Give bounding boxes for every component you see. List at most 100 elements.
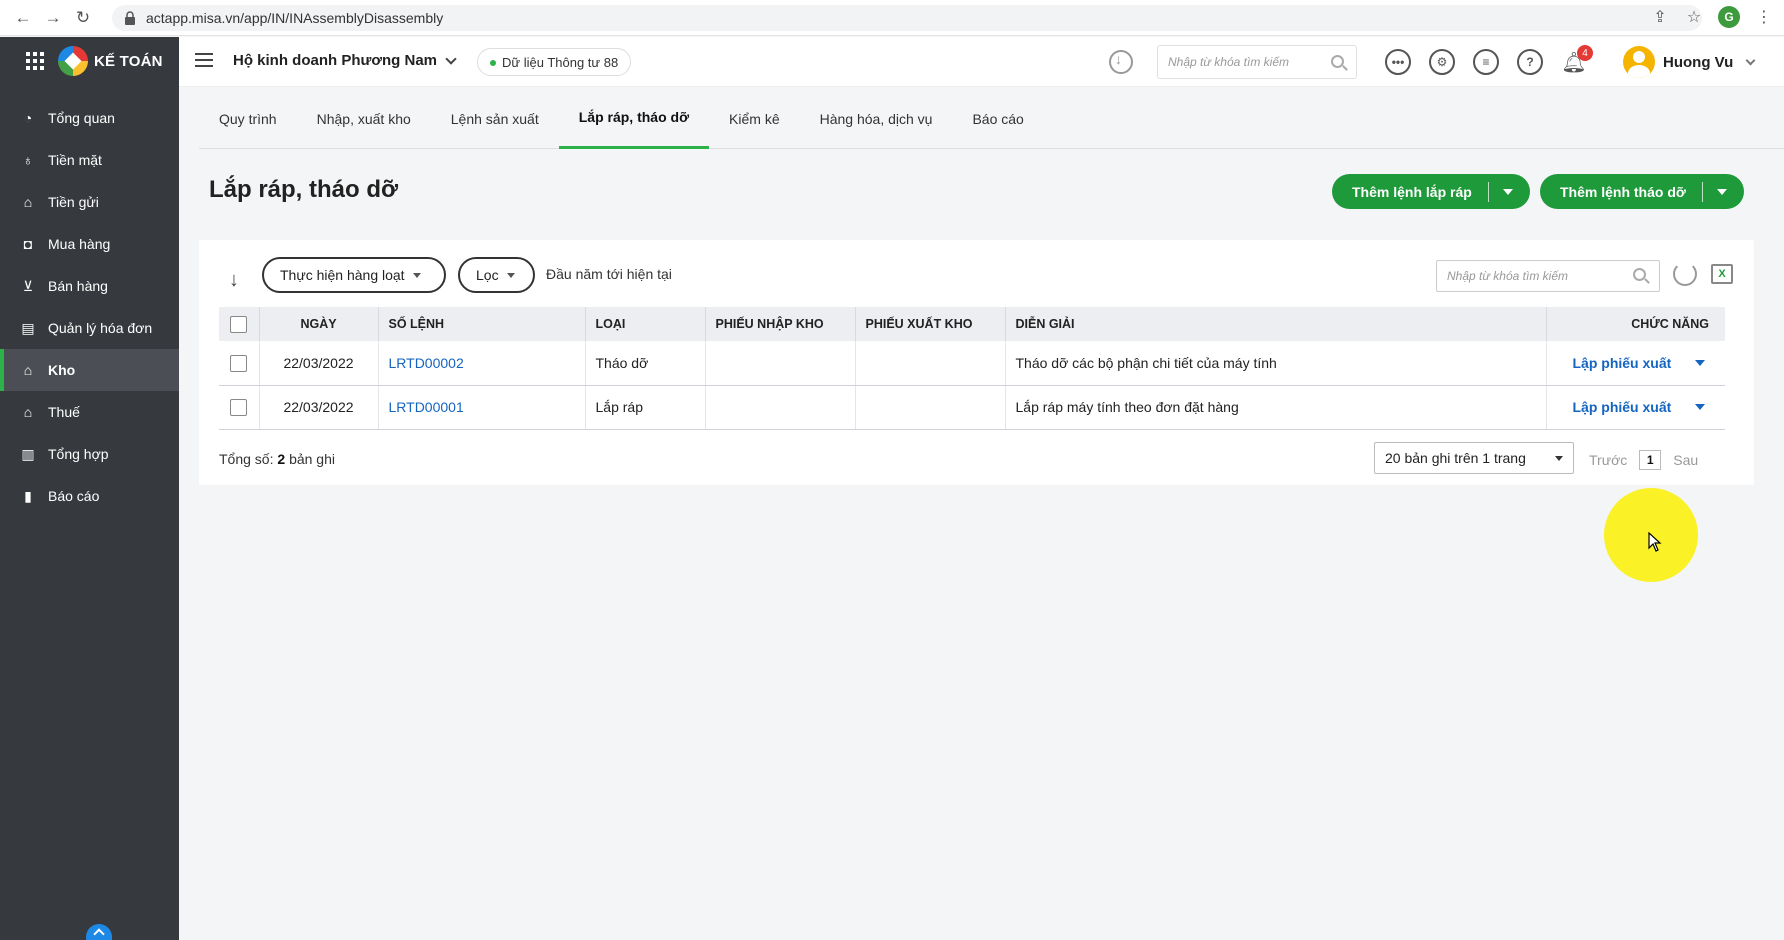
sort-icon[interactable]: ↓ bbox=[229, 269, 239, 292]
module-tabs: Quy trình Nhập, xuất kho Lệnh sản xuất Lắp … bbox=[199, 88, 1784, 149]
sidebar-item[interactable]: ▥ Tổng hợp bbox=[0, 433, 179, 475]
list-card: ↓ Thực hiện hàng loạt Lọc Đầu năm tới hi… bbox=[199, 240, 1754, 485]
profile-avatar[interactable]: G bbox=[1718, 6, 1740, 28]
bell-icon[interactable]: 🔔︎ 4 bbox=[1561, 45, 1593, 75]
caret-down-icon[interactable] bbox=[1716, 188, 1727, 195]
button-divider bbox=[1701, 181, 1703, 202]
total-count: 2 bbox=[277, 451, 286, 467]
table-header-row: NGÀY SỐ LỆNH LOẠI PHIẾU NHẬP KHO PHIẾU X… bbox=[219, 307, 1725, 341]
back-icon[interactable]: ← bbox=[8, 3, 38, 33]
header-date[interactable]: NGÀY bbox=[259, 307, 379, 341]
caret-down-icon[interactable] bbox=[1695, 404, 1706, 410]
pagination: Trước 1 Sau bbox=[1589, 450, 1698, 470]
header-receipt[interactable]: PHIẾU NHẬP KHO bbox=[705, 307, 856, 341]
forward-icon[interactable]: → bbox=[38, 3, 68, 33]
download-icon[interactable] bbox=[1109, 50, 1133, 74]
kebab-menu-icon[interactable]: ⋮ bbox=[1754, 7, 1774, 27]
add-assembly-button[interactable]: Thêm lệnh lắp ráp bbox=[1332, 174, 1530, 209]
sidebar-item[interactable]: ◘ Mua hàng bbox=[0, 223, 179, 265]
money-bag-icon: ♁ bbox=[22, 152, 34, 168]
row-checkbox[interactable] bbox=[230, 398, 248, 416]
brand-name: KẾ TOÁN bbox=[94, 52, 163, 70]
app-grid-icon[interactable] bbox=[26, 52, 44, 70]
create-issue-button[interactable]: Lập phiếu xuất bbox=[1573, 355, 1706, 371]
select-all-checkbox[interactable] bbox=[230, 315, 248, 333]
sidebar-item[interactable]: ⌂ Kho bbox=[0, 349, 179, 391]
list-search-input[interactable]: Nhập từ khóa tìm kiếm bbox=[1436, 260, 1660, 292]
add-disassembly-label: Thêm lệnh tháo dỡ bbox=[1560, 183, 1686, 200]
row-checkbox[interactable] bbox=[230, 354, 248, 372]
add-assembly-label: Thêm lệnh lắp ráp bbox=[1352, 183, 1472, 200]
notification-badge: 4 bbox=[1577, 45, 1593, 61]
filter-button[interactable]: Lọc bbox=[458, 257, 535, 293]
bank-icon: ⌂ bbox=[23, 194, 33, 210]
caret-down-icon bbox=[412, 272, 421, 278]
gear-icon[interactable]: ⚙ bbox=[1429, 49, 1455, 75]
sidebar-item[interactable]: ▤ Quản lý hóa đơn bbox=[0, 307, 179, 349]
header-search-input[interactable]: Nhập từ khóa tìm kiếm bbox=[1157, 45, 1357, 79]
caret-down-icon bbox=[1555, 456, 1563, 461]
select-all-cell bbox=[219, 307, 260, 341]
order-number-link[interactable]: LRTD00001 bbox=[389, 399, 464, 415]
tab-item[interactable]: Kiểm kê bbox=[709, 88, 800, 149]
bulk-action-label: Thực hiện hàng loạt bbox=[280, 267, 405, 283]
reload-icon[interactable]: ↻ bbox=[68, 3, 98, 33]
data-source-pill[interactable]: Dữ liệu Thông tư 88 bbox=[477, 48, 632, 76]
more-options-icon[interactable]: ••• bbox=[1385, 49, 1411, 75]
dashboard-icon: ◔ bbox=[23, 110, 33, 126]
chat-icon[interactable]: ≡ bbox=[1473, 49, 1499, 75]
button-divider bbox=[1487, 181, 1489, 202]
tab-item[interactable]: Lắp ráp, tháo dỡ bbox=[558, 88, 710, 149]
lock-icon bbox=[125, 11, 135, 25]
page-size-select[interactable]: 20 bản ghi trên 1 trang bbox=[1374, 442, 1574, 474]
sidebar: KẾ TOÁN ◔ Tổng quan ♁ Tiền mặt ⌂ Tiền gửi ◘ Mua… bbox=[0, 37, 179, 940]
star-icon[interactable]: ☆ bbox=[1684, 7, 1704, 27]
header-issue[interactable]: PHIẾU XUẤT KHO bbox=[855, 307, 1006, 341]
address-bar[interactable]: actapp.misa.vn/app/IN/INAssemblyDisassem… bbox=[112, 5, 1702, 31]
header-description[interactable]: DIỄN GIẢI bbox=[1005, 307, 1547, 341]
refresh-icon[interactable] bbox=[1673, 262, 1697, 286]
header-function: CHỨC NĂNG bbox=[1546, 307, 1725, 341]
sidebar-item[interactable]: ▮ Báo cáo bbox=[0, 475, 179, 517]
tab-item[interactable]: Hàng hóa, dịch vụ bbox=[800, 88, 953, 149]
company-selector[interactable]: Hộ kinh doanh Phương Nam bbox=[233, 52, 457, 69]
tab-item[interactable]: Lệnh sản xuất bbox=[431, 88, 559, 149]
sidebar-item[interactable]: ⊻ Bán hàng bbox=[0, 265, 179, 307]
sidebar-item[interactable]: ♁ Tiền mặt bbox=[0, 139, 179, 181]
header-number[interactable]: SỐ LỆNH bbox=[378, 307, 586, 341]
caret-down-icon[interactable] bbox=[1695, 359, 1706, 366]
tab-item[interactable]: Nhập, xuất kho bbox=[297, 88, 431, 149]
user-menu[interactable]: Huong Vu bbox=[1623, 46, 1756, 78]
current-page[interactable]: 1 bbox=[1639, 450, 1662, 470]
scroll-up-icon[interactable] bbox=[86, 924, 112, 940]
sidebar-item-label: Tổng hợp bbox=[48, 446, 109, 462]
cell-function: Lập phiếu xuất bbox=[1546, 341, 1725, 386]
sidebar-item-label: Mua hàng bbox=[48, 236, 111, 252]
sidebar-item[interactable]: ⌂ Tiền gửi bbox=[0, 181, 179, 223]
add-disassembly-button[interactable]: Thêm lệnh tháo dỡ bbox=[1540, 174, 1744, 209]
sidebar-item[interactable]: ◔ Tổng quan bbox=[0, 97, 179, 139]
caret-down-icon[interactable] bbox=[1502, 188, 1513, 195]
share-icon[interactable]: ⇪ bbox=[1650, 7, 1670, 27]
help-icon[interactable]: ? bbox=[1517, 49, 1543, 75]
tab-item[interactable]: Báo cáo bbox=[952, 88, 1043, 149]
sidebar-item[interactable]: ⌂ Thuế bbox=[0, 391, 179, 433]
period-label[interactable]: Đầu năm tới hiện tại bbox=[546, 266, 672, 282]
excel-export-icon[interactable]: X bbox=[1711, 264, 1733, 284]
next-page-button[interactable]: Sau bbox=[1673, 452, 1698, 468]
bulk-action-button[interactable]: Thực hiện hàng loạt bbox=[262, 257, 446, 293]
search-icon[interactable] bbox=[1633, 268, 1646, 281]
search-icon[interactable] bbox=[1331, 55, 1344, 68]
user-name: Huong Vu bbox=[1663, 53, 1734, 71]
create-issue-label: Lập phiếu xuất bbox=[1572, 354, 1672, 371]
browser-toolbar: ← → ↻ actapp.misa.vn/app/IN/INAssemblyDi… bbox=[0, 0, 1784, 36]
table-row[interactable]: 22/03/2022 LRTD00001 Lắp ráp Lắp ráp máy tí… bbox=[219, 385, 1725, 430]
total-records: Tổng số: 2 bản ghi bbox=[219, 451, 335, 467]
table-row[interactable]: 22/03/2022 LRTD00002 Tháo dỡ Tháo dỡ các bộ… bbox=[219, 341, 1725, 386]
hamburger-icon[interactable] bbox=[195, 53, 213, 67]
order-number-link[interactable]: LRTD00002 bbox=[389, 355, 464, 371]
header-type[interactable]: LOẠI bbox=[585, 307, 706, 341]
prev-page-button[interactable]: Trước bbox=[1589, 452, 1627, 468]
create-issue-button[interactable]: Lập phiếu xuất bbox=[1573, 399, 1706, 415]
tab-item[interactable]: Quy trình bbox=[199, 88, 297, 149]
